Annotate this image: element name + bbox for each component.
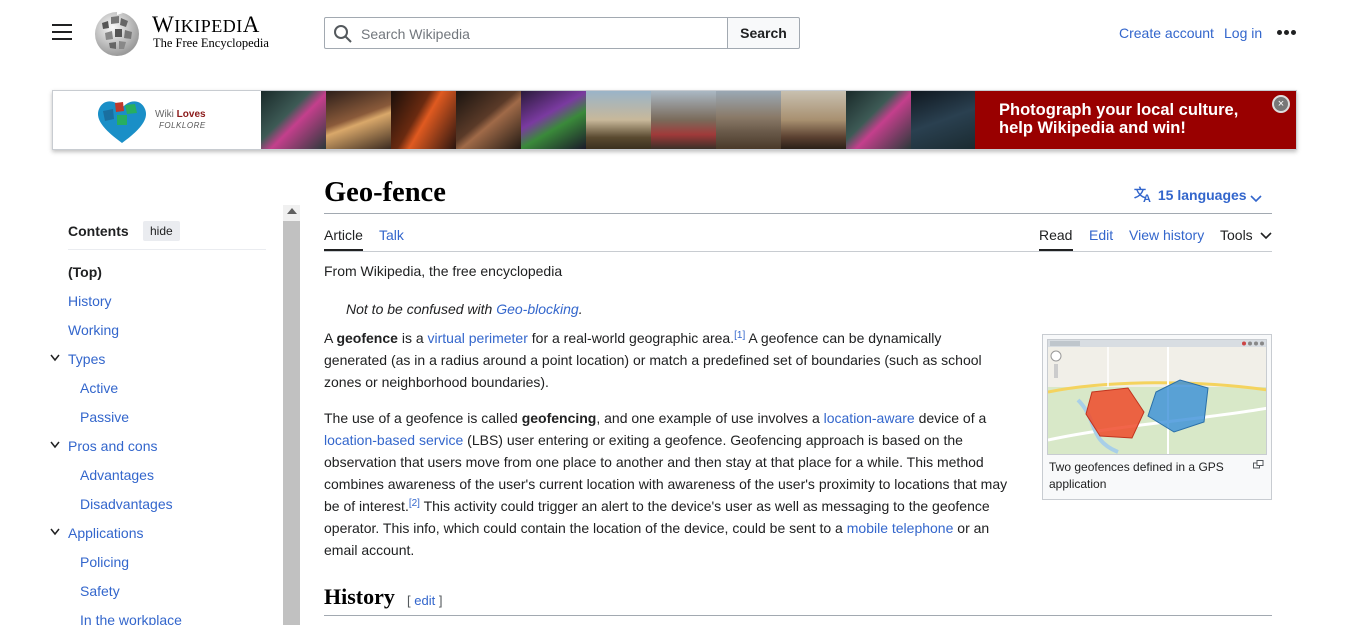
geofence-map-image[interactable] bbox=[1047, 339, 1267, 455]
reference-2-link[interactable]: [2] bbox=[409, 498, 420, 509]
language-count: 15 languages bbox=[1157, 187, 1247, 203]
toc-item-pros-and-cons[interactable]: Pros and cons bbox=[68, 438, 158, 454]
toc-hide-button[interactable]: hide bbox=[143, 221, 180, 241]
svg-text:A: A bbox=[1143, 193, 1151, 203]
toc-item-passive[interactable]: Passive bbox=[80, 409, 129, 425]
edit-history-section-link[interactable]: edit bbox=[414, 593, 435, 608]
chevron-down-icon bbox=[1250, 195, 1263, 203]
toc-title: Contents bbox=[68, 223, 129, 239]
map-drawing bbox=[1048, 340, 1266, 454]
banner-close-icon[interactable]: × bbox=[1272, 95, 1290, 113]
toc-item-history[interactable]: History bbox=[68, 293, 112, 309]
hatnote: Not to be confused with Geo-blocking. bbox=[346, 301, 583, 317]
tab-article[interactable]: Article bbox=[324, 227, 363, 243]
toc-scrollbar-thumb[interactable] bbox=[283, 221, 300, 625]
tab-talk[interactable]: Talk bbox=[379, 227, 404, 243]
tools-label: Tools bbox=[1220, 227, 1253, 243]
location-based-service-link[interactable]: location-based service bbox=[324, 432, 463, 448]
site-header: WIKIPEDIA The Free Encyclopedia Search W… bbox=[0, 0, 1349, 66]
banner-logo-subtitle: FOLKLORE bbox=[159, 121, 206, 130]
main-menu-icon[interactable] bbox=[52, 24, 72, 42]
wikipedia-globe-logo[interactable] bbox=[92, 9, 142, 57]
search-placeholder: Search Wikipedia bbox=[361, 26, 470, 42]
toc-scrollbar[interactable] bbox=[283, 205, 300, 625]
toc-item-policing[interactable]: Policing bbox=[80, 554, 129, 570]
table-of-contents: Contents hide (Top) History Working Type… bbox=[50, 205, 302, 625]
figure-caption: Two geofences defined in a GPS applicati… bbox=[1049, 460, 1224, 491]
toc-item-active[interactable]: Active bbox=[80, 380, 118, 396]
translate-icon: 文 A bbox=[1134, 185, 1151, 205]
tab-read[interactable]: Read bbox=[1039, 227, 1072, 243]
paragraph-geofencing: The use of a geofence is called geofenci… bbox=[324, 410, 1008, 558]
mobile-telephone-link[interactable]: mobile telephone bbox=[847, 520, 954, 536]
toc-collapse-types-icon[interactable] bbox=[50, 354, 60, 362]
toc-item-advantages[interactable]: Advantages bbox=[80, 467, 154, 483]
toc-item-disadvantages[interactable]: Disadvantages bbox=[80, 496, 173, 512]
language-selector[interactable]: 文 A 15 languages bbox=[1134, 185, 1263, 205]
reference-1-link[interactable]: [1] bbox=[734, 330, 745, 341]
toc-item-types[interactable]: Types bbox=[68, 351, 105, 367]
title-divider bbox=[324, 213, 1272, 214]
toc-item-applications[interactable]: Applications bbox=[68, 525, 144, 541]
enlarge-icon[interactable] bbox=[1253, 460, 1264, 469]
toc-item-in-the-workplace[interactable]: In the workplace bbox=[80, 612, 182, 625]
figure-geofences: Two geofences defined in a GPS applicati… bbox=[1042, 334, 1272, 500]
virtual-perimeter-link[interactable]: virtual perimeter bbox=[428, 330, 528, 346]
search-icon bbox=[334, 25, 352, 43]
banner-promo-text[interactable]: Photograph your local culture, help Wiki… bbox=[975, 91, 1296, 149]
tools-menu[interactable]: Tools bbox=[1220, 227, 1272, 243]
tab-view-history[interactable]: View history bbox=[1129, 227, 1204, 243]
section-divider bbox=[324, 615, 1272, 616]
toc-collapse-pros-cons-icon[interactable] bbox=[50, 441, 60, 449]
wiki-loves-folklore-logo bbox=[97, 101, 147, 143]
location-aware-link[interactable]: location-aware bbox=[824, 410, 915, 426]
campaign-banner[interactable]: Wiki Loves FOLKLORE Photograph your loca… bbox=[52, 90, 1297, 150]
toc-divider bbox=[68, 249, 266, 250]
banner-logo-title: Wiki Loves bbox=[155, 109, 206, 120]
toc-item-safety[interactable]: Safety bbox=[80, 583, 120, 599]
search-input[interactable]: Search Wikipedia bbox=[324, 17, 728, 49]
section-edit: [ edit ] bbox=[407, 593, 443, 608]
geo-blocking-link[interactable]: Geo-blocking bbox=[496, 301, 579, 317]
site-sub: From Wikipedia, the free encyclopedia bbox=[324, 263, 563, 279]
search-button[interactable]: Search bbox=[727, 17, 800, 49]
more-options-icon[interactable] bbox=[1277, 30, 1297, 36]
paragraph-intro: A geofence is a virtual perimeter for a … bbox=[324, 330, 982, 390]
create-account-link[interactable]: Create account bbox=[1119, 25, 1214, 41]
log-in-link[interactable]: Log in bbox=[1224, 25, 1262, 41]
toc-item-top[interactable]: (Top) bbox=[68, 264, 102, 280]
wikipedia-wordmark[interactable]: WIKIPEDIA bbox=[152, 12, 260, 38]
toc-collapse-applications-icon[interactable] bbox=[50, 528, 60, 536]
tabs-divider bbox=[324, 251, 1272, 252]
chevron-down-icon bbox=[1260, 232, 1272, 240]
site-tagline: The Free Encyclopedia bbox=[153, 36, 269, 50]
page-title: Geo-fence bbox=[324, 177, 446, 208]
banner-photo-strip bbox=[261, 91, 976, 149]
section-heading-history: History bbox=[324, 584, 395, 609]
scroll-up-arrow-icon[interactable] bbox=[287, 208, 297, 214]
toc-item-working[interactable]: Working bbox=[68, 322, 119, 338]
tab-edit[interactable]: Edit bbox=[1089, 227, 1113, 243]
